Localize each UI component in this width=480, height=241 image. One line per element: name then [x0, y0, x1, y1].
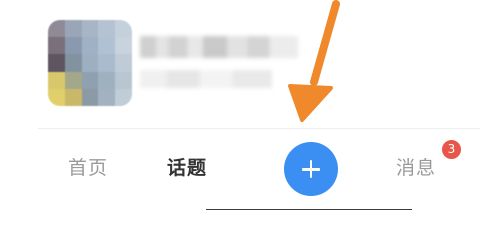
blurred-subtitle-line: [140, 70, 272, 88]
tab-topic[interactable]: 话题: [167, 153, 207, 180]
blurred-name-line: [140, 36, 298, 58]
publish-button[interactable]: [284, 142, 338, 196]
message-count-badge: 3: [441, 139, 462, 160]
tab-messages[interactable]: 消息: [396, 153, 436, 180]
tab-home[interactable]: 首页: [68, 153, 108, 180]
avatar[interactable]: [48, 20, 132, 106]
home-indicator-line: [206, 209, 412, 210]
user-card: [0, 0, 480, 128]
bottom-tab-bar: 首页 话题 消息 3: [0, 129, 480, 241]
blurred-username: [140, 36, 300, 98]
